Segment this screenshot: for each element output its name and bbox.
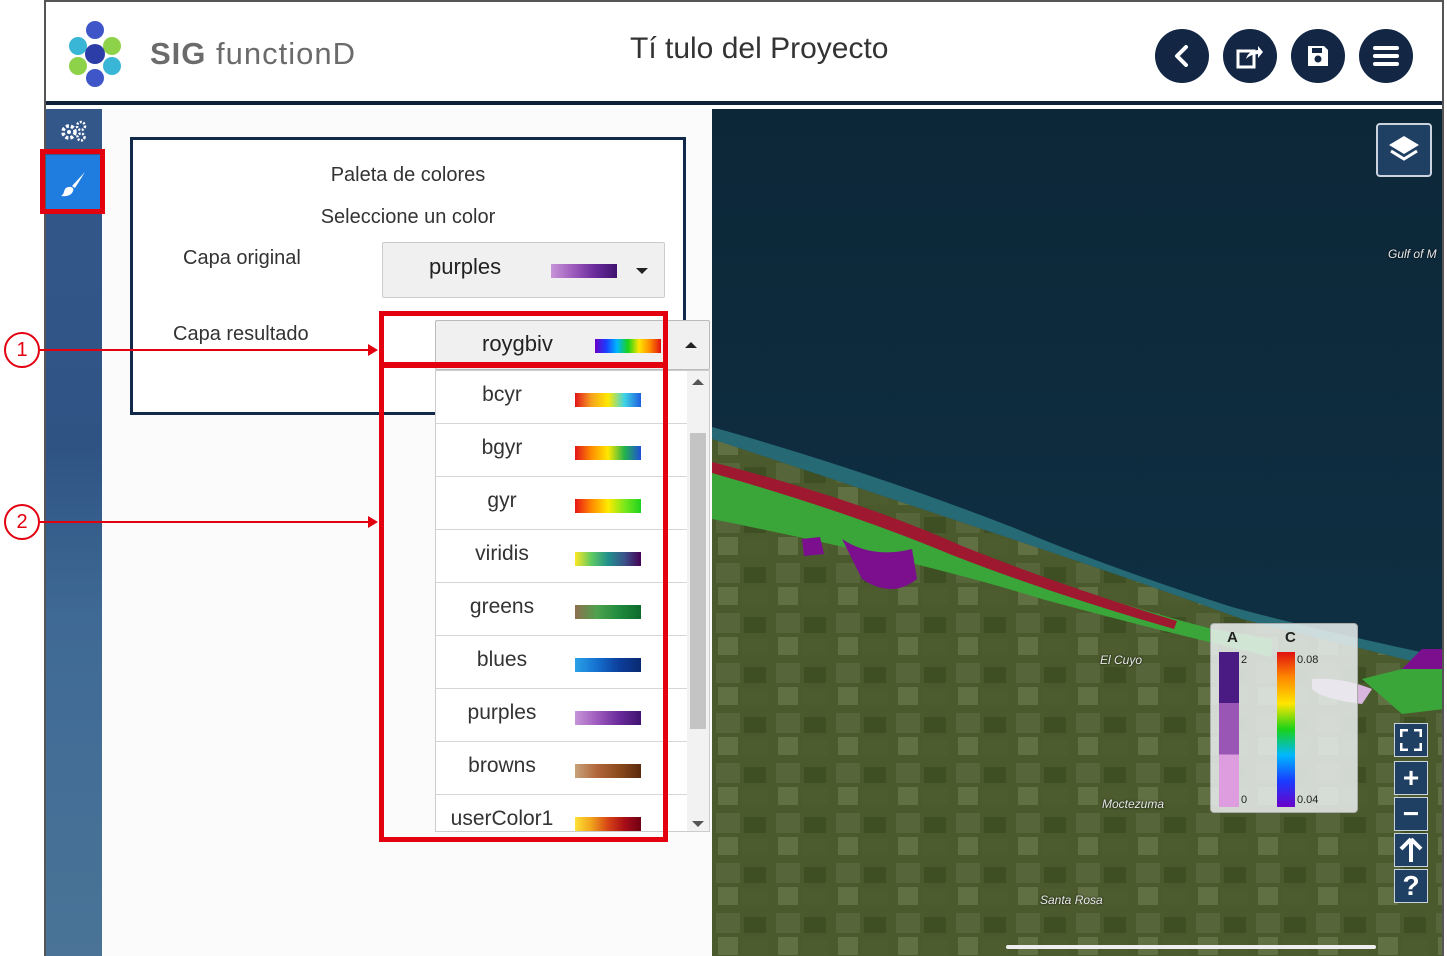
sidebar-item-settings[interactable] (46, 113, 102, 149)
zoom-in-button[interactable]: + (1394, 761, 1428, 795)
callout-1-arrowhead (368, 344, 378, 356)
save-button[interactable] (1291, 29, 1345, 83)
scroll-down-icon[interactable] (692, 821, 704, 827)
back-button[interactable] (1155, 29, 1209, 83)
callout-2: 2 (4, 504, 40, 540)
callout-2-arrowhead (368, 516, 378, 528)
help-icon: ? (1402, 870, 1420, 901)
callout-1-arrow (40, 349, 370, 351)
legend-a-scale (1219, 652, 1239, 807)
menu-icon (1373, 46, 1399, 66)
chevron-down-icon (636, 268, 648, 274)
settings-gears-icon (61, 120, 87, 142)
map-label-el-cuyo: El Cuyo (1100, 653, 1143, 667)
share-icon (1236, 46, 1263, 69)
project-title: Tí tulo del Proyecto (630, 32, 889, 65)
purples-swatch (551, 264, 617, 278)
zoom-in-icon: + (1402, 762, 1420, 793)
back-icon (1175, 45, 1188, 67)
annotation-box-sidebar (40, 149, 105, 214)
north-arrow-icon (1399, 837, 1423, 862)
sigfunctiond-logo (69, 21, 121, 87)
app-frame: SIG functionD Tí tulo del Proyecto Palet… (44, 0, 1444, 956)
zoom-out-icon: − (1402, 798, 1420, 829)
legend-c-title: C (1285, 629, 1296, 646)
app-header: SIG functionD Tí tulo del Proyecto (46, 2, 1442, 105)
tool-sidebar (46, 109, 102, 956)
map-label-moctezuma: Moctezuma (1102, 797, 1165, 811)
panel-title: Paleta de colores (330, 164, 486, 186)
map-label-gulf: Gulf of M (1388, 247, 1437, 261)
fullscreen-button[interactable] (1394, 723, 1428, 757)
map-label-santa-rosa: Santa Rosa (1040, 893, 1103, 907)
legend-c-min: 0.04 (1297, 794, 1319, 806)
map-horizontal-scrollbar[interactable] (1006, 945, 1376, 949)
help-button[interactable]: ? (1394, 869, 1428, 903)
result-layer-label: Capa resultado (173, 323, 309, 345)
original-layer-value: purples (429, 254, 502, 279)
satellite-basemap (712, 109, 1442, 956)
panel-subtitle: Seleccione un color (320, 206, 496, 228)
legend-c-scale (1277, 652, 1295, 807)
layers-icon (1389, 136, 1419, 161)
fullscreen-icon (1400, 729, 1422, 751)
menu-button[interactable] (1359, 29, 1413, 83)
legend-a-title: A (1227, 629, 1238, 646)
dropdown-scrollbar[interactable] (687, 371, 709, 831)
zoom-out-button[interactable]: − (1394, 797, 1428, 831)
chevron-up-icon (685, 342, 697, 348)
legend-a-min: 0 (1241, 794, 1248, 806)
map-legend: A C 2 0 0.08 0.04 (1210, 623, 1358, 813)
scrollbar-thumb[interactable] (690, 433, 706, 729)
original-layer-label: Capa original (183, 247, 301, 269)
save-icon (1308, 46, 1328, 66)
legend-a-max: 2 (1241, 654, 1248, 666)
app-name: SIG functionD (150, 36, 356, 71)
original-layer-select[interactable]: purples (382, 242, 665, 298)
scroll-up-icon[interactable] (692, 379, 704, 385)
layers-button[interactable] (1376, 123, 1432, 177)
legend-c-max: 0.08 (1297, 654, 1319, 666)
callout-2-arrow (40, 521, 370, 523)
annotation-box-dropdown (379, 363, 668, 842)
north-arrow-button[interactable] (1394, 833, 1428, 867)
annotation-box-result-select (379, 311, 668, 367)
map-view[interactable]: Gulf of M El Cuyo Moctezuma Santa Rosa A… (712, 109, 1442, 956)
callout-1: 1 (4, 332, 40, 368)
share-button[interactable] (1223, 29, 1277, 83)
